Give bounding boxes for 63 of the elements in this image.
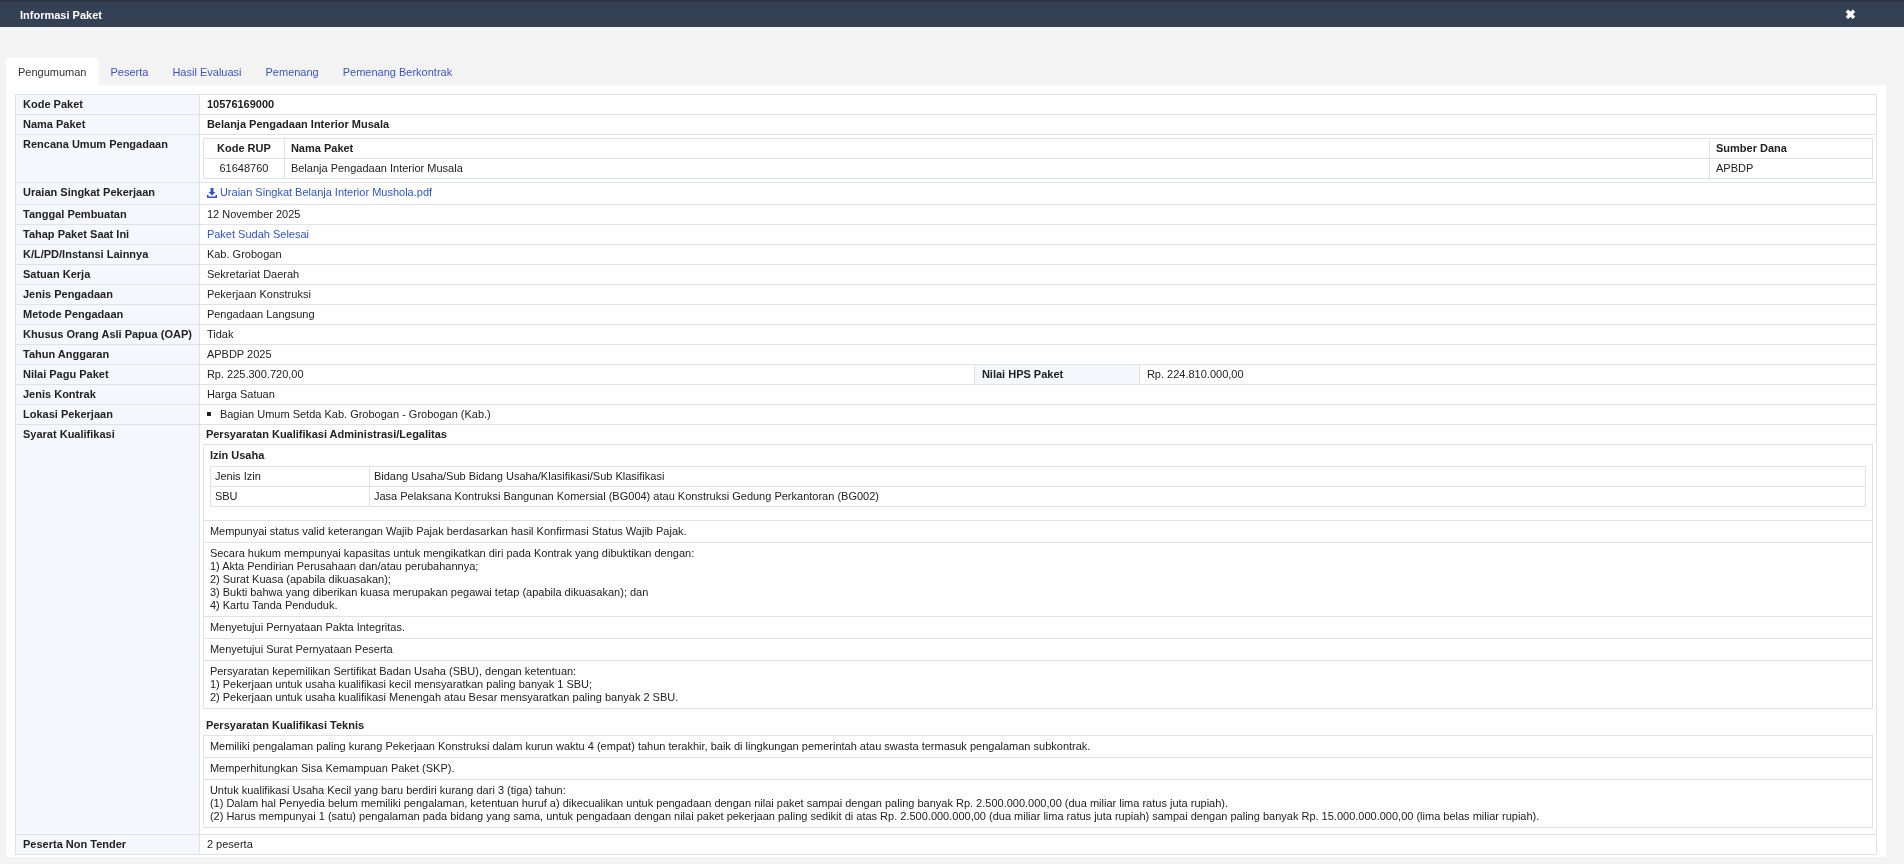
requirement-text: Memiliki pengalaman paling kurang Pekerjaan Konstruksi dalam kurun waktu 4 (empat) tahun terakhir, baik di lingkungan pemerintah atau swasta termasuk pengalaman subkontrak.: [209, 738, 1092, 754]
field-value: Kab. Grobogan: [199, 244, 1877, 264]
column-header: Kode RUP: [203, 138, 285, 159]
tab[interactable]: Peserta: [98, 58, 161, 85]
field-label: Nama Paket: [15, 114, 200, 135]
field-value: 12 November 2025: [199, 204, 1877, 224]
table-cell: Jasa Pelaksana Kontruksi Bangunan Komersial (BG004) atau Konstruksi Gedung Perkantoran (BG002): [369, 486, 1866, 506]
requirement-text: Menyetujui Pernyataan Pakta Integritas.: [209, 619, 406, 635]
field-value: APBDP 2025: [199, 344, 1877, 364]
field-label: Satuan Kerja: [15, 264, 200, 284]
field-value: 10576169000: [199, 94, 1877, 115]
field-label: Uraian Singkat Pekerjaan: [15, 182, 200, 204]
field-label: Lokasi Pekerjaan: [15, 404, 200, 424]
field-value: Belanja Pengadaan Interior Musala: [199, 114, 1877, 135]
section-title: Persyaratan Kualifikasi Teknis: [204, 718, 366, 733]
field-value: Pengadaan Langsung: [199, 304, 1877, 324]
field-label: Syarat Kualifikasi: [15, 424, 200, 834]
field-label: Khusus Orang Asli Papua (OAP): [15, 324, 200, 344]
section-title: Persyaratan Kualifikasi Administrasi/Legalitas: [204, 427, 448, 442]
field-label: Tahun Anggaran: [15, 344, 200, 364]
requirement-text: Mempunyai status valid keterangan Wajib Pajak berdasarkan hasil Konfirmasi Status Wajib Pajak.: [209, 523, 688, 539]
status-link[interactable]: Paket Sudah Selesai: [206, 227, 310, 240]
table-cell: SBU: [210, 486, 370, 506]
table-cell: Belanja Pengadaan Interior Musala: [284, 158, 1710, 179]
field-label: Tahap Paket Saat Ini: [15, 224, 200, 244]
field-value: 2 peserta: [199, 834, 1877, 854]
subsection-title: Izin Usaha: [209, 447, 266, 463]
requirement-text: Memperhitungkan Sisa Kemampuan Paket (SKP).: [209, 760, 456, 776]
field-label: Rencana Umum Pengadaan: [15, 134, 200, 183]
field-label: Jenis Kontrak: [15, 384, 200, 404]
field-value: Sekretariat Daerah: [199, 264, 1877, 284]
table-cell: 61648760: [203, 158, 285, 179]
table-cell: APBDP: [1709, 158, 1873, 179]
tab[interactable]: Pemenang Berkontrak: [330, 58, 465, 85]
requirement-text: Untuk kualifikasi Usaha Kecil yang baru berdiri kurang dari 3 (tiga) tahun: (1) Dalam hal Penyedia belum memiliki pengalaman, ketentuan huruf a) dikecualikan untuk pengadaan dengan nilai paket sampai dengan paling banyak Rp. 2.500.000.000,00 (dua miliar lima ratus juta rupiah). (2) Harus mempunyai 1 (satu) pengalaman pada bidang yang sama, untuk pengadaan dengan nilai paket pekerjaan paling sedikit di atas Rp. 2.500.000.000,00 (dua miliar lima ratus juta rupiah) sampai dengan paling banyak Rp. 15.000.000.000,00 (lima belas miliar rupiah).: [209, 782, 1541, 824]
field-label: Tanggal Pembuatan: [15, 204, 200, 224]
close-button[interactable]: ✖: [1845, 7, 1856, 22]
tab[interactable]: Pemenang: [253, 58, 331, 85]
field-label: Peserta Non Tender: [15, 834, 200, 854]
column-header: Sumber Dana: [1709, 138, 1873, 159]
field-label: K/L/PD/Instansi Lainnya: [15, 244, 200, 264]
field-label: Nilai Pagu Paket: [15, 364, 200, 384]
table-cell: Jenis Izin: [210, 466, 370, 486]
field-label: Jenis Pengadaan: [15, 284, 200, 304]
requirement-text: Persyaratan kepemilikan Sertifikat Badan Usaha (SBU), dengan ketentuan: 1) Pekerjaan untuk usaha kualifikasi kecil mensyaratkan paling banyak 1 SBU; 2) Pekerjaan untuk usaha kualifikasi Menengah atau Besar mensyaratkan paling banyak 2 SBU.: [209, 663, 680, 705]
window-title: Informasi Paket: [20, 8, 102, 21]
bullet-icon: [206, 412, 211, 416]
requirement-text: Menyetujui Surat Pernyataan Peserta: [209, 641, 394, 657]
tab[interactable]: Pengumuman: [6, 58, 99, 85]
field-value: Pekerjaan Konstruksi: [199, 284, 1877, 304]
download-icon: [206, 187, 217, 198]
column-header: Nama Paket: [284, 138, 1710, 159]
location-item: Bagian Umum Setda Kab. Grobogan - Grobogan (Kab.): [219, 407, 491, 421]
field-value: Rp. 225.300.720,00: [199, 364, 975, 384]
field-value: Rp. 224.810.000,00: [1139, 364, 1877, 384]
field-label: Kode Paket: [15, 94, 200, 115]
tab[interactable]: Hasil Evaluasi: [160, 58, 254, 85]
field-label: Metode Pengadaan: [15, 304, 200, 324]
field-value: Harga Satuan: [199, 384, 1877, 404]
file-link[interactable]: Uraian Singkat Belanja Interior Mushola.pdf: [206, 186, 433, 199]
requirement-text: Secara hukum mempunyai kapasitas untuk mengikatkan diri pada Kontrak yang dibuktikan dengan: 1) Akta Pendirian Perusahaan dan/atau perubahannya; 2) Surat Kuasa (apabila dikuasakan); 3) Bukti bahwa yang diberikan kuasa merupakan pegawai tetap (apabila dikuasakan); dan 4) Kartu Tanda Penduduk.: [209, 545, 696, 613]
field-value: Tidak: [199, 324, 1877, 344]
table-cell: Bidang Usaha/Sub Bidang Usaha/Klasifikasi/Sub Klasifikasi: [369, 466, 1866, 486]
